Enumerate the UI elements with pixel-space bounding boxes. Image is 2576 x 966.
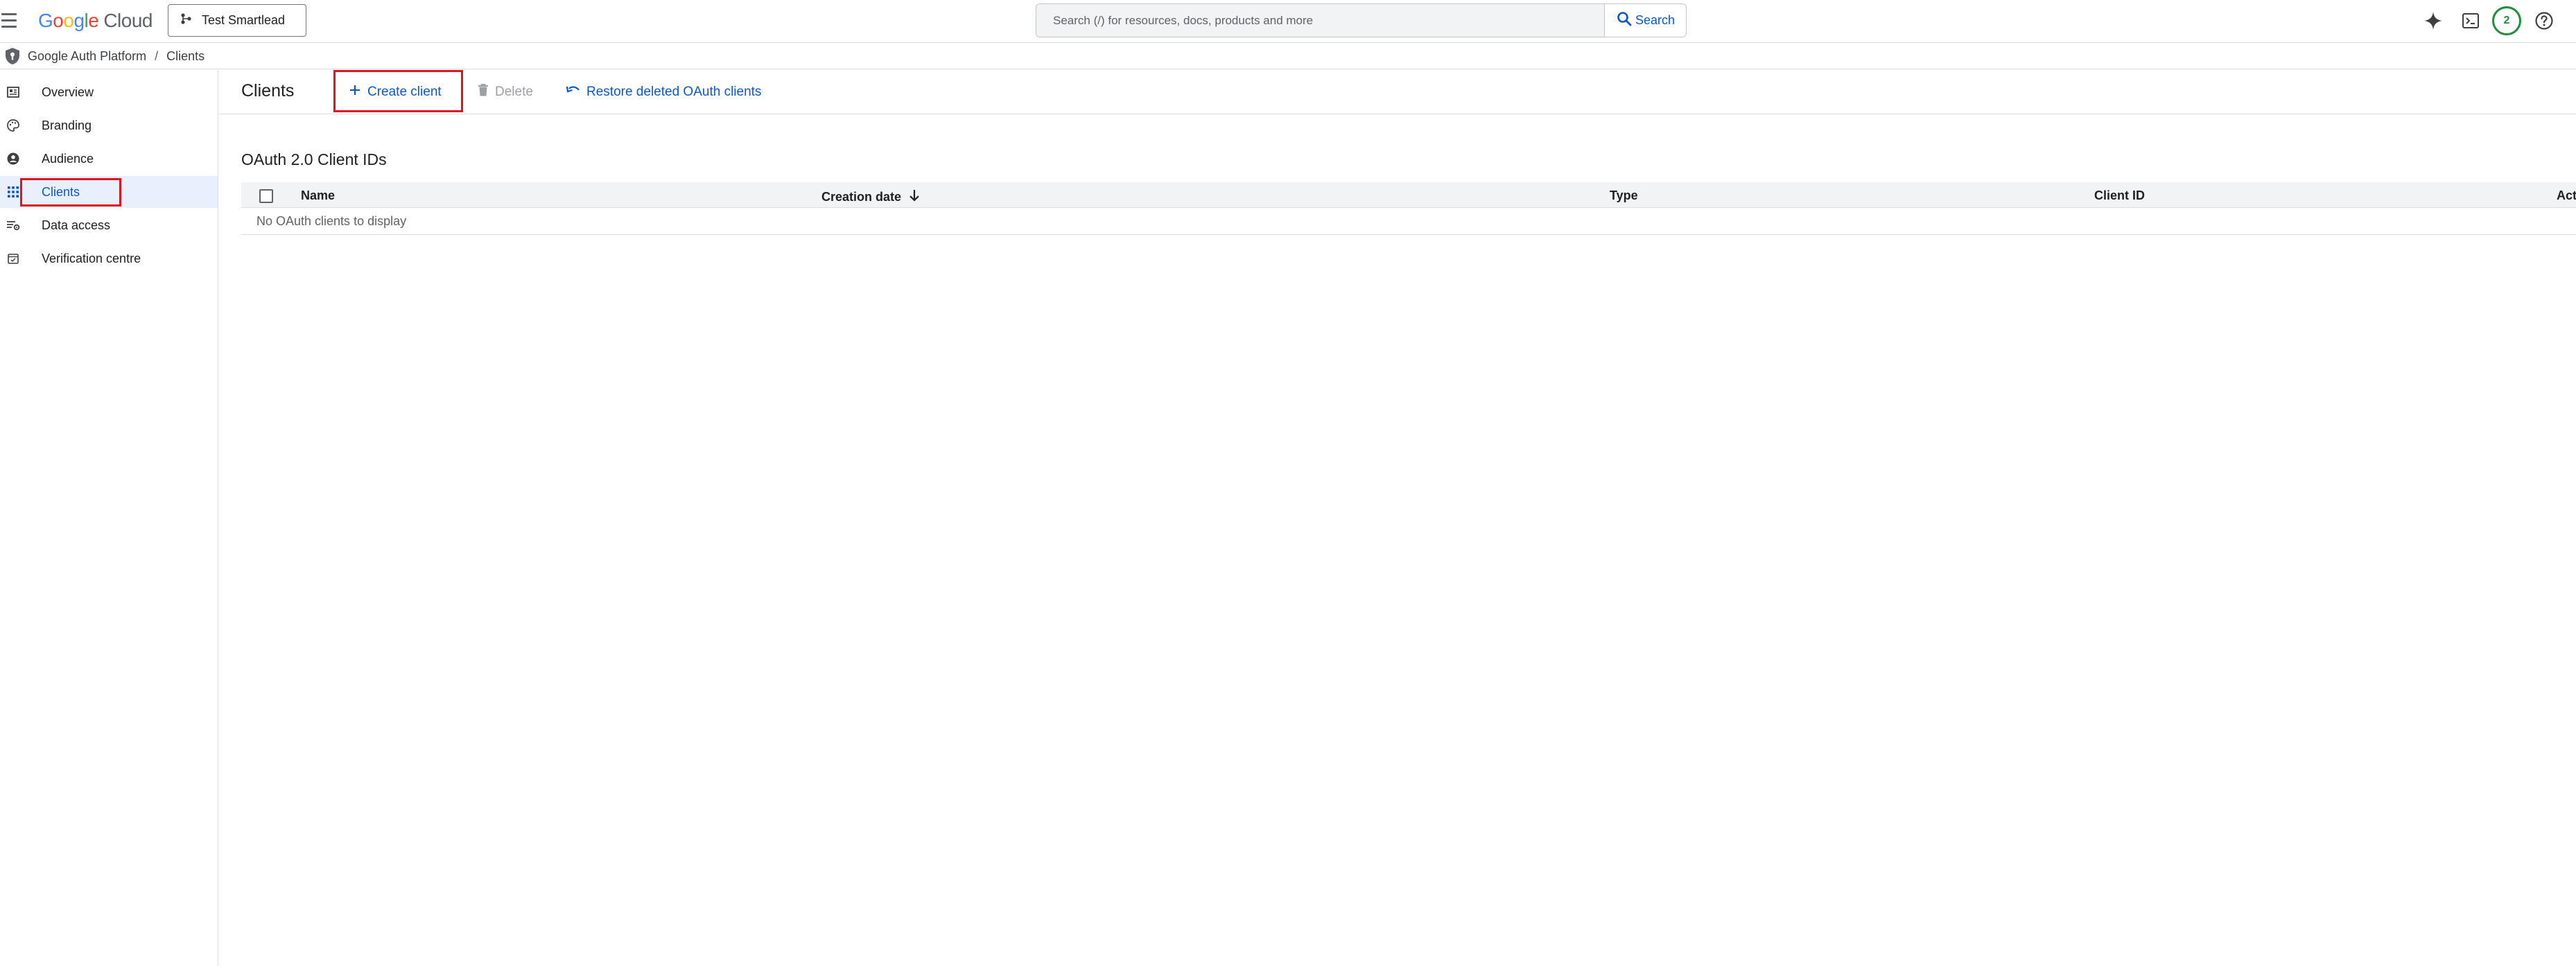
sidebar-item-verification-centre[interactable]: Verification centre — [0, 243, 218, 274]
column-header-name[interactable]: Name — [301, 188, 335, 203]
search-icon — [1616, 10, 1633, 30]
sidebar: Overview Branding Audience Clients Data … — [0, 70, 218, 966]
breadcrumb: Google Auth Platform / Clients — [0, 44, 2576, 69]
column-header-label: Actions — [2557, 188, 2576, 202]
cloud-shell-terminal-icon[interactable] — [2459, 9, 2482, 33]
column-header-actions: Actions — [2557, 188, 2576, 203]
sidebar-item-label: Audience — [42, 151, 94, 166]
page-title: Clients — [241, 81, 295, 100]
column-header-label: Client ID — [2094, 188, 2146, 202]
sidebar-item-label: Clients — [42, 184, 80, 199]
auth-platform-shield-icon — [4, 47, 21, 65]
logo-cloud-text: Cloud — [103, 10, 153, 31]
sidebar-item-label: Verification centre — [42, 251, 141, 265]
column-header-label: Name — [301, 188, 336, 202]
palette-icon — [6, 118, 21, 133]
breadcrumb-item-clients[interactable]: Clients — [166, 49, 204, 64]
restore-deleted-clients-button[interactable]: Restore deleted OAuth clients — [566, 80, 761, 105]
person-icon — [6, 151, 21, 166]
breadcrumb-separator: / — [155, 49, 159, 63]
delete-label: Delete — [495, 85, 533, 99]
logo-google-text: Google — [38, 10, 99, 31]
apps-grid-icon — [6, 184, 21, 200]
notifications-avatar-badge[interactable]: 2 — [2492, 6, 2521, 35]
data-access-icon — [6, 218, 21, 233]
search-button-label: Search — [1635, 13, 1676, 27]
search-input[interactable] — [1036, 4, 1604, 37]
sidebar-item-data-access[interactable]: Data access — [0, 209, 218, 241]
sidebar-item-audience[interactable]: Audience — [0, 143, 218, 175]
sidebar-item-label: Overview — [42, 85, 94, 99]
column-header-creation-date[interactable]: Creation date — [821, 188, 921, 206]
table-empty-row: No OAuth clients to display — [241, 209, 2576, 235]
project-name: Test Smartlead — [202, 13, 286, 27]
sidebar-item-branding[interactable]: Branding — [0, 109, 218, 141]
sidebar-item-label: Branding — [42, 118, 92, 132]
restore-label: Restore deleted OAuth clients — [586, 85, 762, 99]
breadcrumb-item-auth-platform[interactable]: Google Auth Platform — [28, 49, 146, 64]
delete-button[interactable]: Delete — [477, 80, 533, 105]
create-client-label: Create client — [367, 85, 442, 99]
gemini-sparkle-icon[interactable] — [2421, 9, 2445, 33]
undo-icon — [566, 83, 581, 101]
google-cloud-logo[interactable]: Google Cloud — [38, 8, 153, 33]
column-header-client-id[interactable]: Client ID — [2094, 188, 2145, 203]
trash-icon — [477, 83, 489, 101]
sidebar-item-overview[interactable]: Overview — [0, 76, 218, 108]
section-title: OAuth 2.0 Client IDs — [241, 150, 387, 168]
page-header: Clients Create client Delete Restore del… — [219, 70, 2576, 114]
column-header-type[interactable]: Type — [1610, 188, 1638, 203]
search-button[interactable]: Search — [1604, 4, 1686, 37]
select-all-checkbox[interactable] — [259, 189, 273, 203]
help-icon[interactable] — [2532, 9, 2556, 33]
top-bar: Google Cloud Test Smartlead Search 2 — [0, 0, 2576, 43]
project-tree-icon — [180, 12, 193, 29]
column-header-label: Creation date — [821, 190, 902, 204]
table-header-row: Name Creation date Type Client ID Action… — [241, 182, 2576, 208]
overview-icon — [6, 85, 21, 100]
project-selector-button[interactable]: Test Smartlead — [168, 4, 306, 37]
sidebar-item-clients[interactable]: Clients — [0, 176, 218, 208]
hamburger-menu-icon[interactable] — [1, 10, 18, 30]
empty-table-message: No OAuth clients to display — [256, 214, 407, 228]
sort-arrow-down-icon — [908, 188, 921, 206]
sidebar-item-label: Data access — [42, 218, 111, 232]
create-client-button[interactable]: Create client — [348, 80, 442, 105]
add-icon — [348, 83, 362, 101]
column-header-label: Type — [1610, 188, 1638, 202]
search-bar: Search — [1036, 3, 1687, 37]
verification-icon — [6, 251, 21, 266]
